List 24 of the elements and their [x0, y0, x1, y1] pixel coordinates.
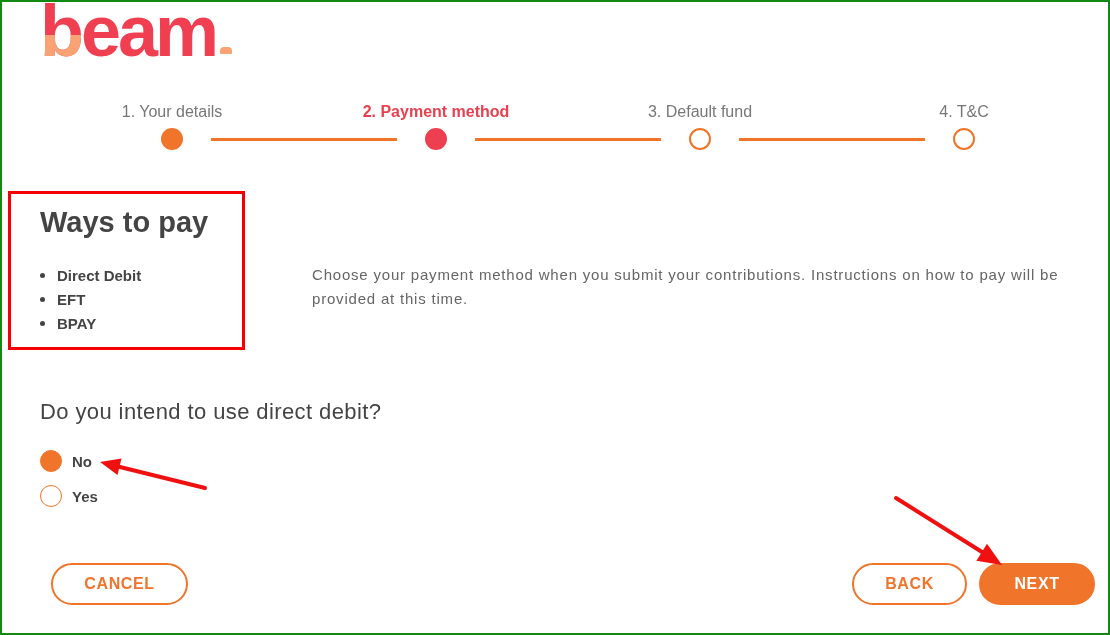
list-item: Direct Debit	[57, 266, 142, 284]
step-marker-icon[interactable]	[425, 128, 447, 150]
secondary-button[interactable]: BACK	[852, 563, 967, 605]
radio-label[interactable]: Yes	[72, 487, 98, 505]
primary-button[interactable]: NEXT	[979, 563, 1095, 605]
bullet-icon	[40, 296, 45, 302]
section-heading: Ways to pay	[40, 205, 210, 239]
step-marker-icon[interactable]	[953, 128, 975, 150]
radio-button[interactable]	[40, 485, 62, 507]
radio-label[interactable]: No	[72, 452, 92, 470]
step-label[interactable]: 1. Your details	[121, 102, 223, 122]
step-label[interactable]: 3. Default fund	[647, 102, 753, 122]
step-label[interactable]: 4. T&C	[939, 102, 989, 122]
step-label[interactable]: 2. Payment method	[362, 102, 510, 122]
list-item: BPAY	[57, 314, 97, 332]
step-marker-icon[interactable]	[161, 128, 183, 150]
cancel-button[interactable]: CANCEL	[51, 563, 188, 605]
list-item: EFT	[57, 290, 86, 308]
step-marker-icon[interactable]	[689, 128, 711, 150]
question-text: Do you intend to use direct debit?	[40, 398, 382, 426]
description-text: Choose your payment method when you submit your contributions. Instructions on how to pay will be provided at this time.	[312, 265, 1060, 309]
radio-button[interactable]	[40, 450, 62, 472]
bullet-icon	[40, 272, 45, 278]
bullet-icon	[40, 320, 45, 326]
